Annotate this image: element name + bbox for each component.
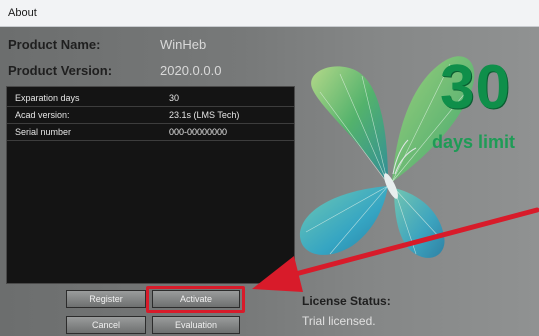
arrow-annotation — [252, 207, 539, 292]
about-window: About Product Name: WinHeb Product Versi… — [0, 0, 539, 336]
